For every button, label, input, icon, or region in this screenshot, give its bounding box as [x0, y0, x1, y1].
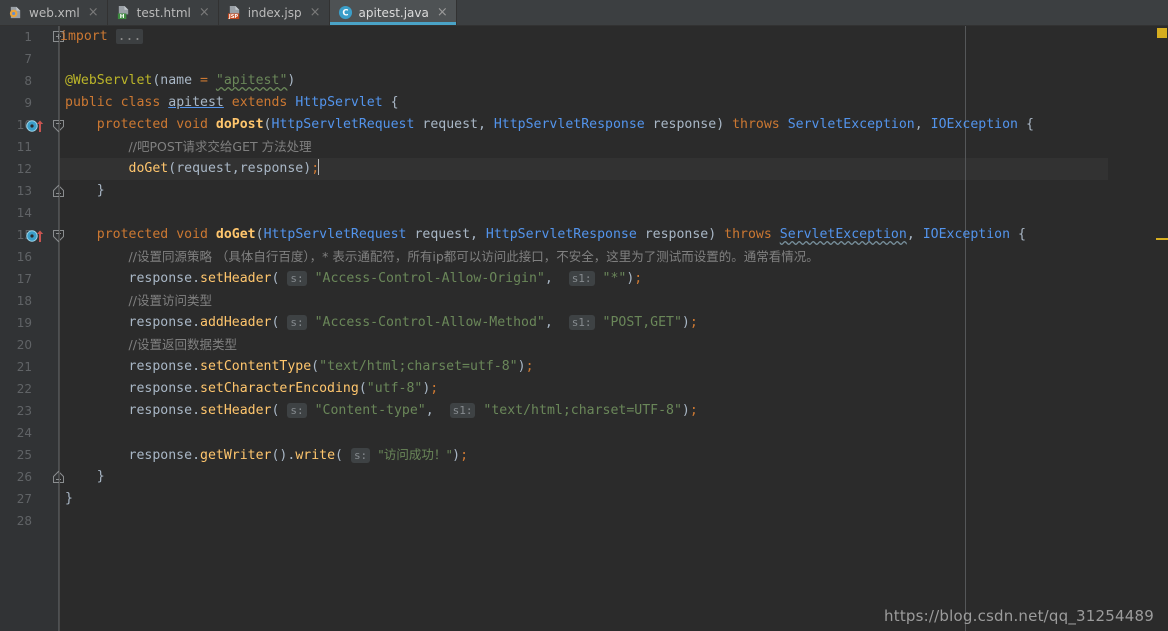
tab-label: test.html — [136, 5, 191, 20]
line-number: 24 — [16, 426, 32, 440]
line-number: 19 — [16, 316, 32, 330]
line-number: 12 — [16, 162, 32, 176]
code-line-25[interactable]: response.getWriter().write( s: "访问成功！"); — [65, 444, 468, 466]
code-line-15[interactable]: protected void doGet(HttpServletRequest … — [65, 224, 1026, 246]
line-number: 7 — [24, 52, 32, 66]
code-line-22[interactable]: response.setCharacterEncoding("utf-8"); — [65, 378, 439, 400]
close-icon[interactable]: × — [199, 6, 210, 19]
tab-label: index.jsp — [247, 5, 302, 20]
code-line-11[interactable]: //吧POST请求交给GET 方法处理 — [65, 136, 312, 158]
tab-apitest-java[interactable]: C apitest.java × — [329, 0, 457, 25]
code-line-18[interactable]: //设置访问类型 — [65, 290, 212, 312]
warning-summary-icon[interactable] — [1157, 28, 1167, 38]
line-number: 13 — [16, 184, 32, 198]
param-hint-s: s: — [287, 403, 307, 418]
inline-comment: //设置同源策略 （具体自行百度），* 表示通配符，所有ip都可以访问此接口，不… — [128, 249, 819, 264]
editor-gutter[interactable]: 1 7 8 9 10 11 12 13 14 15 16 17 18 19 20… — [0, 26, 64, 631]
java-class-icon: C — [338, 5, 353, 20]
line-number: 1 — [24, 30, 32, 44]
code-line-19[interactable]: response.addHeader( s: "Access-Control-A… — [65, 312, 698, 334]
svg-text:H: H — [119, 14, 124, 20]
override-method-icon[interactable] — [26, 118, 48, 132]
error-stripe-marker-bar[interactable] — [1156, 26, 1168, 631]
param-hint-s1: s1: — [568, 271, 595, 286]
param-hint-s1: s1: — [449, 403, 476, 418]
tab-label: web.xml — [29, 5, 80, 20]
code-line-13[interactable]: } — [65, 180, 105, 202]
code-line-12[interactable]: doGet(request,response); — [65, 158, 320, 180]
tab-test-html[interactable]: H test.html × — [108, 0, 219, 25]
html-file-icon: H — [116, 5, 131, 20]
inline-comment: //吧POST请求交给GET 方法处理 — [128, 139, 312, 154]
code-line-21[interactable]: response.setContentType("text/html;chars… — [65, 356, 534, 378]
inline-comment: //设置返回数据类型 — [128, 337, 237, 352]
line-number: 25 — [16, 448, 32, 462]
line-number: 14 — [16, 206, 32, 220]
jsp-file-icon: JSP — [227, 5, 242, 20]
close-icon[interactable]: × — [437, 6, 448, 19]
override-method-icon[interactable] — [26, 228, 48, 242]
param-hint-s1: s1: — [568, 315, 595, 330]
code-line-1[interactable]: import ... — [60, 26, 144, 48]
line-number: 16 — [16, 250, 32, 264]
watermark-url: https://blog.csdn.net/qq_31254489 — [884, 607, 1154, 625]
inline-comment: //设置访问类型 — [128, 293, 212, 308]
warning-stripe-marker[interactable] — [1156, 238, 1168, 240]
code-line-20[interactable]: //设置返回数据类型 — [65, 334, 237, 356]
param-hint-s: s: — [287, 271, 307, 286]
code-line-8[interactable]: @WebServlet(name = "apitest") — [65, 70, 295, 92]
close-icon[interactable]: × — [88, 6, 99, 19]
code-line-26[interactable]: } — [65, 466, 105, 488]
tab-web-xml[interactable]: web.xml × — [0, 0, 108, 25]
editor-tab-bar: web.xml × H test.html × JSP index.jsp × — [0, 0, 1168, 26]
line-number: 20 — [16, 338, 32, 352]
code-line-17[interactable]: response.setHeader( s: "Access-Control-A… — [65, 268, 642, 290]
code-editor[interactable]: 1 7 8 9 10 11 12 13 14 15 16 17 18 19 20… — [0, 26, 1168, 631]
code-line-9[interactable]: public class apitest extends HttpServlet… — [65, 92, 399, 114]
tab-label: apitest.java — [358, 5, 429, 20]
code-content[interactable]: import ... @WebServlet(name = "apitest")… — [60, 26, 1160, 631]
code-line-23[interactable]: response.setHeader( s: "Content-type", s… — [65, 400, 698, 422]
close-icon[interactable]: × — [310, 6, 321, 19]
line-number: 26 — [16, 470, 32, 484]
text-caret — [318, 159, 320, 175]
line-number: 8 — [24, 74, 32, 88]
param-hint-s: s: — [350, 448, 371, 463]
line-number: 11 — [16, 140, 32, 154]
svg-text:C: C — [342, 8, 348, 18]
param-hint-s: s: — [287, 315, 307, 330]
xml-file-icon — [8, 5, 23, 20]
write-string: "访问成功！" — [378, 447, 453, 462]
line-number: 28 — [16, 514, 32, 528]
line-number: 18 — [16, 294, 32, 308]
svg-text:JSP: JSP — [228, 14, 239, 20]
code-line-10[interactable]: protected void doPost(HttpServletRequest… — [65, 114, 1034, 136]
code-line-16[interactable]: //设置同源策略 （具体自行百度），* 表示通配符，所有ip都可以访问此接口，不… — [65, 246, 819, 268]
line-number: 27 — [16, 492, 32, 506]
line-number: 22 — [16, 382, 32, 396]
line-number: 17 — [16, 272, 32, 286]
line-number: 9 — [24, 96, 32, 110]
code-line-27[interactable]: } — [65, 488, 73, 510]
line-number: 23 — [16, 404, 32, 418]
line-number: 21 — [16, 360, 32, 374]
tab-index-jsp[interactable]: JSP index.jsp × — [219, 0, 330, 25]
folded-import-placeholder[interactable]: ... — [115, 29, 144, 44]
